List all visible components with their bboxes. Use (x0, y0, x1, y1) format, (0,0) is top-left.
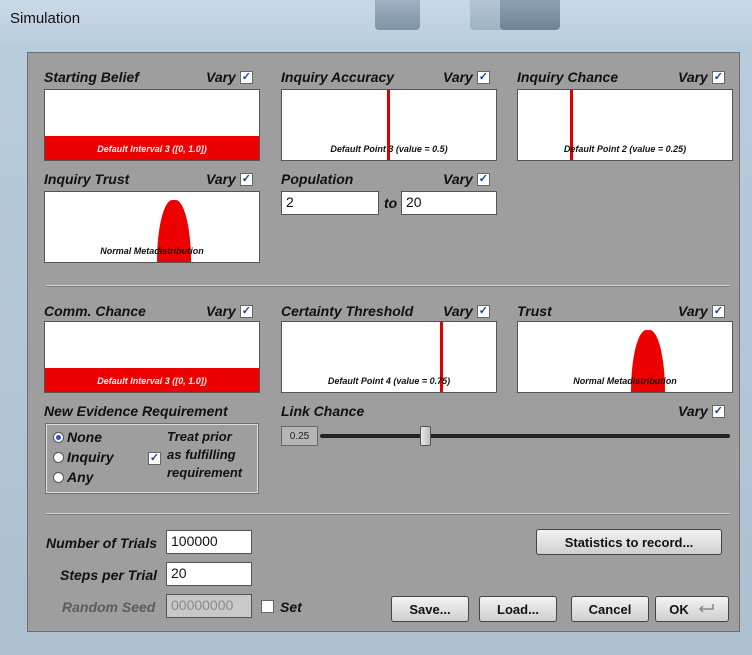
certainty-threshold-vary[interactable]: Vary ✓ (443, 303, 490, 319)
inquiry-accuracy-vary-checkbox[interactable]: ✓ (476, 70, 490, 84)
inquiry-chance-label: Inquiry Chance (517, 69, 619, 85)
link-chance-slider[interactable] (320, 423, 730, 449)
treat-prior-label-line3: requirement (167, 465, 243, 480)
population-max-input[interactable]: 20 (401, 191, 497, 215)
comm-chance-distribution[interactable]: Default Interval 3 ([0, 1.0]) (44, 321, 260, 393)
inquiry-accuracy-distribution[interactable]: Default Point 3 (value = 0.5) (281, 89, 497, 161)
inquiry-accuracy-vary[interactable]: Vary ✓ (443, 69, 490, 85)
number-of-trials-input[interactable]: 100000 (166, 530, 252, 554)
inquiry-accuracy-label: Inquiry Accuracy (281, 69, 395, 85)
comm-chance-vary-checkbox[interactable]: ✓ (239, 304, 253, 318)
trust-vary-checkbox[interactable]: ✓ (711, 304, 725, 318)
inquiry-trust-vary[interactable]: Vary ✓ (206, 171, 253, 187)
population-vary[interactable]: Vary ✓ (443, 171, 490, 187)
random-seed-label: Random Seed (62, 599, 156, 615)
seed-set-checkbox[interactable] (261, 600, 274, 613)
ok-button-label: OK (669, 601, 689, 617)
link-chance-vary[interactable]: Vary ✓ (678, 403, 725, 419)
treat-prior-label-line1: Treat prior (167, 429, 232, 444)
inquiry-chance-vary-checkbox[interactable]: ✓ (711, 70, 725, 84)
inquiry-trust-label: Inquiry Trust (44, 171, 130, 187)
link-chance-value: 0.25 (281, 426, 318, 446)
starting-belief-vary[interactable]: Vary ✓ (206, 69, 253, 85)
ok-button[interactable]: OK (655, 596, 729, 622)
radio-none-dot[interactable] (53, 431, 64, 443)
inquiry-chance-caption: Default Point 2 (value = 0.25) (563, 144, 687, 154)
certainty-threshold-vary-checkbox[interactable]: ✓ (476, 304, 490, 318)
slider-track (320, 434, 730, 438)
link-chance-label: Link Chance (281, 403, 365, 419)
trust-caption: Normal Metadistribution (573, 376, 677, 386)
radio-inquiry-dot[interactable] (53, 451, 64, 463)
new-evidence-label: New Evidence Requirement (44, 403, 228, 419)
steps-per-trial-input[interactable]: 20 (166, 562, 252, 586)
vary-label: Vary (206, 69, 236, 85)
radio-inquiry[interactable]: Inquiry (53, 449, 114, 465)
seed-set-label: Set (280, 599, 302, 615)
title-bar: Simulation (0, 0, 752, 38)
cancel-button[interactable]: Cancel (571, 596, 649, 622)
statistics-to-record-button[interactable]: Statistics to record... (536, 529, 722, 555)
save-button[interactable]: Save... (391, 596, 469, 622)
radio-inquiry-label: Inquiry (67, 449, 114, 465)
population-vary-checkbox[interactable]: ✓ (476, 172, 490, 186)
vary-label: Vary (678, 303, 708, 319)
vary-label: Vary (206, 303, 236, 319)
titlebar-decoration (375, 0, 420, 30)
inquiry-trust-caption: Normal Metadistribution (100, 246, 204, 256)
comm-chance-caption: Default Interval 3 ([0, 1.0]) (97, 376, 207, 386)
separator (46, 285, 730, 287)
comm-chance-label: Comm. Chance (44, 303, 146, 319)
radio-any-dot[interactable] (53, 471, 64, 483)
certainty-threshold-caption: Default Point 4 (value = 0.75) (327, 376, 451, 386)
starting-belief-label: Starting Belief (44, 69, 139, 85)
trust-vary[interactable]: Vary ✓ (678, 303, 725, 319)
treat-prior-label-line2: as fulfilling (167, 447, 236, 462)
link-chance-vary-checkbox[interactable]: ✓ (711, 404, 725, 418)
comm-chance-vary[interactable]: Vary ✓ (206, 303, 253, 319)
vary-label: Vary (443, 171, 473, 187)
radio-any[interactable]: Any (53, 469, 93, 485)
separator (46, 513, 730, 515)
simulation-window: Simulation Starting Belief Vary ✓ Default… (0, 0, 752, 655)
radio-none[interactable]: None (53, 429, 102, 445)
random-seed-input[interactable]: 00000000 (166, 594, 252, 618)
starting-belief-vary-checkbox[interactable]: ✓ (239, 70, 253, 84)
inquiry-chance-distribution[interactable]: Default Point 2 (value = 0.25) (517, 89, 733, 161)
inquiry-trust-distribution[interactable]: Normal Metadistribution (44, 191, 260, 263)
window-title: Simulation (10, 10, 81, 27)
population-label: Population (281, 171, 354, 187)
treat-prior-checkbox[interactable]: ✓ (148, 452, 161, 465)
vary-label: Vary (443, 69, 473, 85)
certainty-threshold-label: Certainty Threshold (281, 303, 414, 319)
inquiry-accuracy-caption: Default Point 3 (value = 0.5) (330, 144, 448, 154)
radio-any-label: Any (67, 469, 94, 485)
vary-label: Vary (443, 303, 473, 319)
starting-belief-caption: Default Interval 3 ([0, 1.0]) (97, 144, 207, 154)
simulation-dialog: Starting Belief Vary ✓ Default Interval 3… (27, 52, 740, 632)
trust-distribution[interactable]: Normal Metadistribution (517, 321, 733, 393)
certainty-threshold-distribution[interactable]: Default Point 4 (value = 0.75) (281, 321, 497, 393)
population-min-input[interactable]: 2 (281, 191, 379, 215)
slider-thumb[interactable] (420, 426, 431, 446)
titlebar-decoration (500, 0, 560, 30)
vary-label: Vary (678, 403, 708, 419)
number-of-trials-label: Number of Trials (46, 535, 157, 551)
load-button[interactable]: Load... (479, 596, 557, 622)
inquiry-trust-vary-checkbox[interactable]: ✓ (239, 172, 253, 186)
radio-none-label: None (67, 429, 102, 445)
vary-label: Vary (206, 171, 236, 187)
steps-per-trial-label: Steps per Trial (60, 567, 158, 583)
inquiry-chance-vary[interactable]: Vary ✓ (678, 69, 725, 85)
population-to-label: to (384, 195, 398, 211)
trust-label: Trust (517, 303, 552, 319)
starting-belief-distribution[interactable]: Default Interval 3 ([0, 1.0]) (44, 89, 260, 161)
enter-key-icon (698, 604, 714, 613)
new-evidence-group: None Inquiry Any ✓ Treat prior as fulfil… (45, 423, 259, 494)
vary-label: Vary (678, 69, 708, 85)
